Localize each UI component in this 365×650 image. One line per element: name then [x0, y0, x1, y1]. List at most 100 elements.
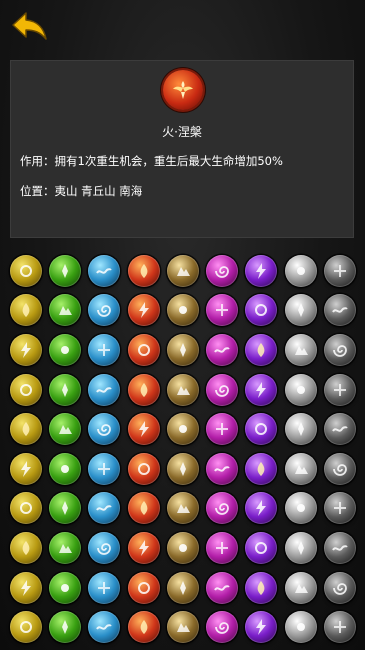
spear-icon: [20, 341, 31, 358]
skill-icon-button[interactable]: [166, 333, 199, 366]
skill-icon-button[interactable]: [206, 452, 239, 485]
skill-icon-button[interactable]: [127, 492, 160, 525]
skill-icon-button[interactable]: [206, 373, 239, 406]
skill-icon-button[interactable]: [284, 373, 317, 406]
skill-icon-button[interactable]: [324, 294, 357, 327]
skill-icon-button[interactable]: [324, 413, 357, 446]
skill-icon-button[interactable]: [88, 452, 121, 485]
skill-icon-button[interactable]: [284, 611, 317, 644]
skill-icon-button[interactable]: [324, 254, 357, 287]
skill-icon-button[interactable]: [245, 531, 278, 564]
skill-icon-button[interactable]: [284, 333, 317, 366]
skill-icon-button[interactable]: [9, 333, 42, 366]
skill-icon-button[interactable]: [48, 571, 81, 604]
skill-icon-button[interactable]: [127, 294, 160, 327]
skill-icon-button[interactable]: [245, 492, 278, 525]
skill-icon-button[interactable]: [284, 571, 317, 604]
skill-icon-button[interactable]: [48, 611, 81, 644]
skill-icon-button[interactable]: [284, 531, 317, 564]
skill-icon-button[interactable]: [245, 373, 278, 406]
skill-icon-button[interactable]: [88, 531, 121, 564]
skill-cell: [124, 291, 163, 331]
skill-icon-button[interactable]: [9, 413, 42, 446]
back-button[interactable]: [8, 8, 52, 44]
skill-icon-button[interactable]: [206, 531, 239, 564]
skill-icon-button[interactable]: [284, 452, 317, 485]
skill-icon-button[interactable]: [284, 492, 317, 525]
skill-icon-button[interactable]: [245, 254, 278, 287]
skill-icon-button[interactable]: [48, 531, 81, 564]
skill-icon-button[interactable]: [48, 333, 81, 366]
skill-icon-button[interactable]: [284, 413, 317, 446]
skill-icon-button[interactable]: [166, 492, 199, 525]
skill-icon-button[interactable]: [206, 492, 239, 525]
coil-icon: [22, 540, 30, 555]
skill-icon-button[interactable]: [166, 611, 199, 644]
skill-icon-button[interactable]: [245, 333, 278, 366]
skill-icon-button[interactable]: [206, 611, 239, 644]
skill-icon-button[interactable]: [48, 373, 81, 406]
skill-icon-button[interactable]: [9, 611, 42, 644]
skill-icon-button[interactable]: [206, 254, 239, 287]
skill-icon-button[interactable]: [88, 413, 121, 446]
skill-icon-button[interactable]: [48, 492, 81, 525]
skill-icon-button[interactable]: [206, 294, 239, 327]
skill-icon-button[interactable]: [284, 254, 317, 287]
skill-cell: [85, 409, 124, 449]
skill-icon-button[interactable]: [9, 373, 42, 406]
skill-icon-button[interactable]: [127, 531, 160, 564]
skill-icon-button[interactable]: [127, 413, 160, 446]
skill-icon-button[interactable]: [245, 413, 278, 446]
skill-icon-button[interactable]: [324, 373, 357, 406]
skill-icon-button[interactable]: [206, 571, 239, 604]
skill-icon-button[interactable]: [9, 294, 42, 327]
tornado-icon: [214, 347, 230, 353]
skill-icon-button[interactable]: [9, 571, 42, 604]
skill-icon-button[interactable]: [206, 333, 239, 366]
skill-icon-button[interactable]: [245, 571, 278, 604]
skill-icon-button[interactable]: [127, 333, 160, 366]
skill-icon-button[interactable]: [88, 571, 121, 604]
skill-icon-button[interactable]: [127, 373, 160, 406]
skill-icon-button[interactable]: [324, 571, 357, 604]
skill-icon-button[interactable]: [324, 333, 357, 366]
skill-icon-button[interactable]: [9, 492, 42, 525]
skill-icon-button[interactable]: [88, 254, 121, 287]
skill-icon-button[interactable]: [324, 531, 357, 564]
skill-icon-button[interactable]: [9, 531, 42, 564]
skill-icon-button[interactable]: [88, 373, 121, 406]
skill-icon-button[interactable]: [245, 452, 278, 485]
skill-icon-button[interactable]: [324, 611, 357, 644]
totem-icon: [19, 621, 32, 634]
skill-icon-button[interactable]: [166, 571, 199, 604]
skill-icon-button[interactable]: [245, 294, 278, 327]
skill-icon-button[interactable]: [88, 492, 121, 525]
skill-cell: [320, 489, 359, 529]
skill-icon-button[interactable]: [127, 254, 160, 287]
skill-icon-button[interactable]: [166, 452, 199, 485]
skill-icon-button[interactable]: [127, 611, 160, 644]
skill-icon-button[interactable]: [166, 254, 199, 287]
skill-icon-button[interactable]: [206, 413, 239, 446]
skill-icon-button[interactable]: [88, 294, 121, 327]
skill-icon-button[interactable]: [245, 611, 278, 644]
skill-icon-button[interactable]: [9, 452, 42, 485]
skill-icon-button[interactable]: [166, 531, 199, 564]
skill-icon-button[interactable]: [166, 294, 199, 327]
skill-icon-button[interactable]: [48, 452, 81, 485]
skill-cell: [124, 568, 163, 608]
skill-icon-button[interactable]: [166, 373, 199, 406]
skill-icon-button[interactable]: [48, 413, 81, 446]
skill-cell: [320, 370, 359, 410]
skill-icon-button[interactable]: [48, 294, 81, 327]
skill-icon-button[interactable]: [88, 333, 121, 366]
skill-icon-button[interactable]: [9, 254, 42, 287]
skill-icon-button[interactable]: [88, 611, 121, 644]
skill-icon-button[interactable]: [324, 452, 357, 485]
skill-icon-button[interactable]: [48, 254, 81, 287]
skill-icon-button[interactable]: [166, 413, 199, 446]
skill-icon-button[interactable]: [284, 294, 317, 327]
skill-icon-button[interactable]: [127, 452, 160, 485]
skill-icon-button[interactable]: [127, 571, 160, 604]
skill-icon-button[interactable]: [324, 492, 357, 525]
